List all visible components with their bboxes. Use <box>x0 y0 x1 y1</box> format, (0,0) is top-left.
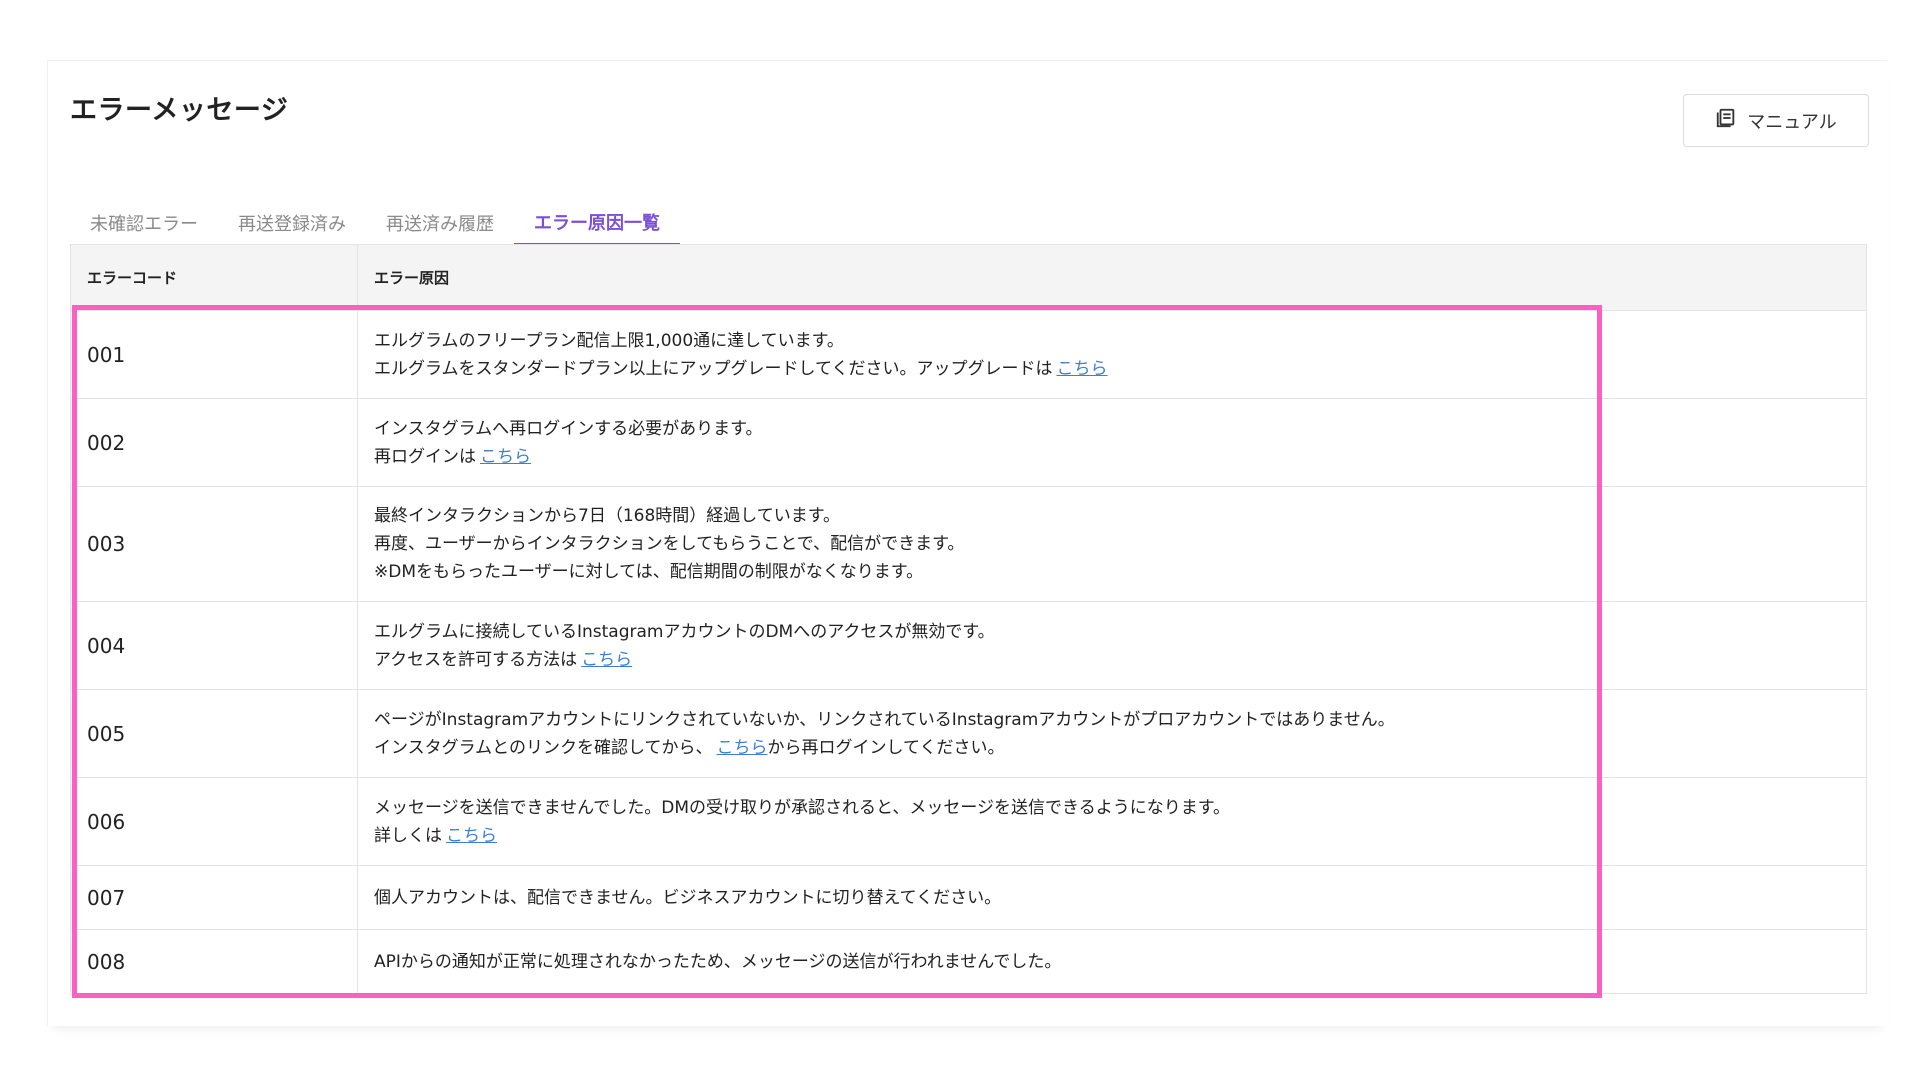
error-code-cell: 002 <box>71 399 358 486</box>
here-link[interactable]: こちら <box>716 738 767 758</box>
header-error-cause: エラー原因 <box>374 269 450 287</box>
cause-line: エルグラムのフリープラン配信上限1,000通に達しています。 <box>374 327 1866 355</box>
table-row: 006 メッセージを送信できませんでした。DMの受け取りが承認されると、メッセージ… <box>71 778 1866 866</box>
error-cause-cell: エルグラムに接続しているInstagramアカウントのDMへのアクセスが無効です… <box>358 602 1866 689</box>
here-link[interactable]: こちら <box>480 447 531 467</box>
error-cause-table: エラーコード エラー原因 001 エルグラムのフリープラン配信上限1,000通に達… <box>70 244 1867 994</box>
page-title: エラーメッセージ <box>70 95 289 126</box>
cause-text: 個人アカウントは、配信できません。ビジネスアカウントに切り替えてください。 <box>374 887 1002 908</box>
error-code-cell: 007 <box>71 866 358 929</box>
cause-line: ※DMをもらったユーザーに対しては、配信期間の制限がなくなります。 <box>374 558 1866 586</box>
cause-text: エルグラムのフリープラン配信上限1,000通に達しています。 <box>374 330 844 351</box>
header-error-code: エラーコード <box>71 245 358 310</box>
table-row: 008 APIからの通知が正常に処理されなかったため、メッセージの送信が行われませ… <box>71 930 1866 993</box>
cause-line: ページがInstagramアカウントにリンクされていないか、リンクされているIn… <box>374 706 1866 734</box>
cause-line: 再ログインは こちら <box>374 443 1866 471</box>
tab-unconfirmed-errors[interactable]: 未確認エラー <box>70 200 218 246</box>
error-cause-cell: インスタグラムへ再ログインする必要があります。 再ログインは こちら <box>358 399 1866 486</box>
cause-text: ※DMをもらったユーザーに対しては、配信期間の制限がなくなります。 <box>374 562 924 582</box>
table-row: 002 インスタグラムへ再ログインする必要があります。 再ログインは こちら <box>71 399 1866 487</box>
here-link[interactable]: こちら <box>1056 359 1107 379</box>
cause-text: ページがInstagramアカウントにリンクされていないか、リンクされているIn… <box>374 709 1395 730</box>
tab-resend-registered[interactable]: 再送登録済み <box>218 200 366 246</box>
tab-bar: 未確認エラー 再送登録済み 再送済み履歴 エラー原因一覧 <box>70 200 680 246</box>
error-cause-cell: 個人アカウントは、配信できません。ビジネスアカウントに切り替えてください。 <box>358 866 1866 929</box>
cause-line: インスタグラムとのリンクを確認してから、 こちらから再ログインしてください。 <box>374 734 1866 762</box>
cause-line: APIからの通知が正常に処理されなかったため、メッセージの送信が行われませんでし… <box>374 948 1866 976</box>
tab-label: 未確認エラー <box>90 214 198 235</box>
tab-label: 再送登録済み <box>238 214 346 235</box>
error-code-cell: 001 <box>71 311 358 398</box>
cause-text: アクセスを許可する方法は <box>374 649 578 670</box>
error-cause-cell: エルグラムのフリープラン配信上限1,000通に達しています。エルグラムをスタンダ… <box>358 311 1866 398</box>
cause-text: 再度、ユーザーからインタラクションをしてもらうことで、配信ができます。 <box>374 534 965 554</box>
cause-text: 最終インタラクションから7日（168時間）経過しています。 <box>374 506 841 526</box>
error-cause-cell: APIからの通知が正常に処理されなかったため、メッセージの送信が行われませんでし… <box>358 930 1866 993</box>
cause-line: 再度、ユーザーからインタラクションをしてもらうことで、配信ができます。 <box>374 530 1866 558</box>
here-link[interactable]: こちら <box>446 826 497 846</box>
table-row: 001 エルグラムのフリープラン配信上限1,000通に達しています。 エルグラムをス… <box>71 311 1866 399</box>
error-cause-cell: メッセージを送信できませんでした。DMの受け取りが承認されると、メッセージを送信… <box>358 778 1866 865</box>
cause-text-suffix: から再ログインしてください。 <box>767 737 1005 758</box>
tab-error-causes[interactable]: エラー原因一覧 <box>514 200 680 246</box>
table-row: 004 エルグラムに接続しているInstagramアカウントのDMへのアクセスが無… <box>71 602 1866 690</box>
error-code-cell: 008 <box>71 930 358 993</box>
cause-text: インスタグラムとのリンクを確認してから、 <box>374 737 713 758</box>
cause-line: 詳しくは こちら <box>374 822 1866 850</box>
cause-line: エルグラムに接続しているInstagramアカウントのDMへのアクセスが無効です… <box>374 618 1866 646</box>
tab-label: エラー原因一覧 <box>534 212 660 234</box>
cause-text: 再ログインは <box>374 446 476 467</box>
cause-text: 詳しくは <box>374 825 442 846</box>
cause-line: 個人アカウントは、配信できません。ビジネスアカウントに切り替えてください。 <box>374 884 1866 912</box>
table-row: 007 個人アカウントは、配信できません。ビジネスアカウントに切り替えてください。 <box>71 866 1866 930</box>
error-code-cell: 004 <box>71 602 358 689</box>
cause-text: エルグラムに接続しているInstagramアカウントのDMへのアクセスが無効です… <box>374 621 995 642</box>
error-cause-cell: 最終インタラクションから7日（168時間）経過しています。再度、ユーザーからイン… <box>358 487 1866 601</box>
error-code-cell: 006 <box>71 778 358 865</box>
table-body: 001 エルグラムのフリープラン配信上限1,000通に達しています。 エルグラムをス… <box>71 311 1866 993</box>
table-row: 003 最終インタラクションから7日（168時間）経過しています。 再度、ユーザーか… <box>71 487 1866 602</box>
here-link[interactable]: こちら <box>581 650 632 670</box>
cause-line: メッセージを送信できませんでした。DMの受け取りが承認されると、メッセージを送信… <box>374 794 1866 822</box>
cause-text: メッセージを送信できませんでした。DMの受け取りが承認されると、メッセージを送信… <box>374 797 1230 818</box>
table-row: 005 ページがInstagramアカウントにリンクされていないか、リンクされてい… <box>71 690 1866 778</box>
error-code-cell: 005 <box>71 690 358 777</box>
cause-line: 最終インタラクションから7日（168時間）経過しています。 <box>374 502 1866 530</box>
error-code-cell: 003 <box>71 487 358 601</box>
manual-button[interactable]: マニュアル <box>1683 94 1869 147</box>
cause-text: インスタグラムへ再ログインする必要があります。 <box>374 418 763 439</box>
cause-text: エルグラムをスタンダードプラン以上にアップグレードしてください。アップグレードは <box>374 358 1053 379</box>
error-cause-cell: ページがInstagramアカウントにリンクされていないか、リンクされているIn… <box>358 690 1866 777</box>
tab-label: 再送済み履歴 <box>386 214 494 235</box>
cause-line: インスタグラムへ再ログインする必要があります。 <box>374 415 1866 443</box>
cause-line: アクセスを許可する方法は こちら <box>374 646 1866 674</box>
manual-button-label: マニュアル <box>1747 111 1837 133</box>
cause-text: APIからの通知が正常に処理されなかったため、メッセージの送信が行われませんでし… <box>374 951 1062 972</box>
table-header: エラーコード エラー原因 <box>71 245 1866 311</box>
tab-resend-history[interactable]: 再送済み履歴 <box>366 200 514 246</box>
cause-line: エルグラムをスタンダードプラン以上にアップグレードしてください。アップグレードは… <box>374 355 1866 383</box>
book-icon <box>1715 107 1737 134</box>
